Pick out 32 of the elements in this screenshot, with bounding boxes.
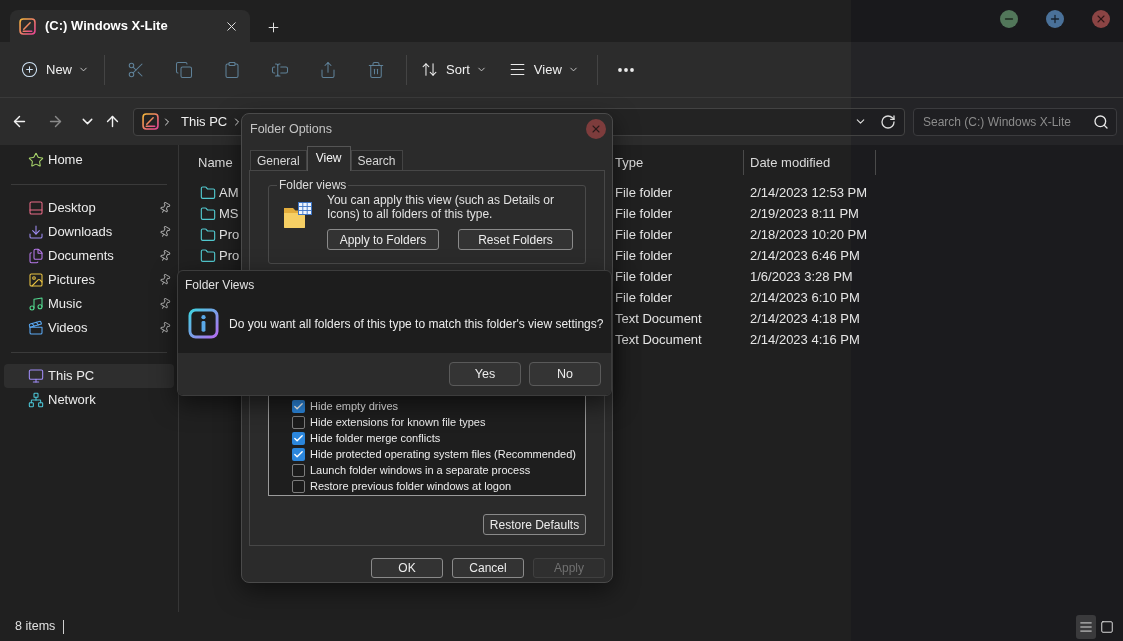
file-date: 2/14/2023 6:46 PM bbox=[749, 246, 860, 265]
dialog-title: Folder Options bbox=[250, 120, 332, 138]
file-name: AM bbox=[219, 183, 239, 202]
file-date: 1/6/2023 3:28 PM bbox=[749, 267, 853, 286]
file-date: 2/14/2023 6:10 PM bbox=[749, 288, 860, 307]
item-count: 8 items bbox=[15, 618, 56, 636]
setting-label: Hide extensions for known file types bbox=[310, 414, 486, 430]
file-type: File folder bbox=[615, 183, 674, 202]
file-type: File folder bbox=[615, 267, 674, 286]
file-type: File folder bbox=[615, 288, 674, 307]
dialog-title: Folder Views bbox=[185, 277, 256, 293]
file-type: Text Document bbox=[615, 330, 703, 349]
setting-label: Hide empty drives bbox=[310, 398, 399, 414]
file-date: 2/19/2023 8:11 PM bbox=[749, 204, 859, 223]
setting-label: Hide folder merge conflicts bbox=[310, 430, 441, 446]
group-label: Folder views bbox=[278, 177, 348, 193]
file-type: File folder bbox=[615, 204, 674, 223]
setting-label: Hide protected operating system files (Recommended) bbox=[310, 446, 576, 462]
setting-label: Restore previous folder windows at logon bbox=[310, 478, 512, 494]
file-type: Text Document bbox=[615, 309, 703, 328]
file-name: Pro bbox=[219, 225, 240, 244]
file-date: 2/14/2023 4:16 PM bbox=[749, 330, 860, 349]
file-type: File folder bbox=[615, 246, 674, 265]
setting-label: Launch folder windows in a separate process bbox=[310, 462, 531, 478]
file-type: File folder bbox=[615, 225, 674, 244]
file-date: 2/18/2023 10:20 PM bbox=[749, 225, 868, 244]
file-name: MS bbox=[219, 204, 239, 223]
file-date: 2/14/2023 4:18 PM bbox=[749, 309, 860, 328]
dialog-message: Do you want all folders of this type to match this folder's view settings? bbox=[229, 315, 604, 333]
file-date: 2/14/2023 12:53 PM bbox=[749, 183, 868, 202]
folder-views-description: You can apply this view (such as Details or Icons) to all folders of this type. bbox=[327, 193, 555, 221]
file-name: Pro bbox=[219, 246, 240, 265]
